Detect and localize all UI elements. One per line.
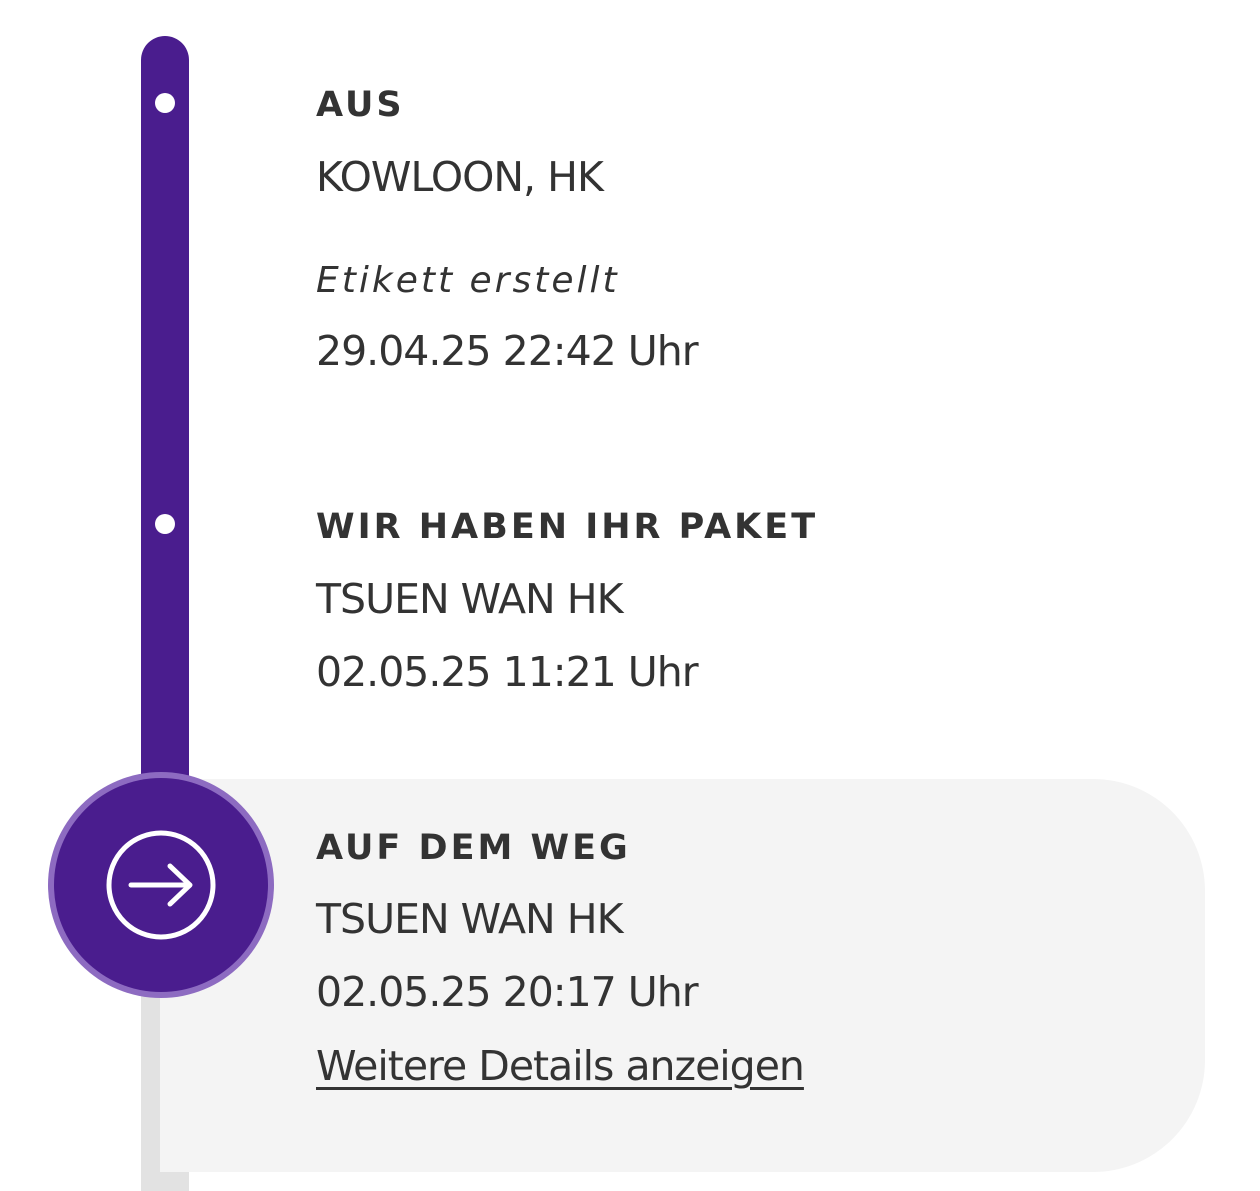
timeline-dot-icon [155,93,175,113]
event-datetime: 02.05.25 11:21 Uhr [316,648,699,696]
event-location: TSUEN WAN HK [316,895,623,943]
timeline-track-completed [141,36,189,816]
event-heading: AUF DEM WEG [316,828,631,868]
event-location: TSUEN WAN HK [316,575,623,623]
event-heading: AUS [316,85,405,125]
event-status: Etikett erstellt [316,260,620,301]
event-location: KOWLOON, HK [316,153,604,201]
show-more-details-link[interactable]: Weitere Details anzeigen [316,1046,805,1087]
arrow-right-circle-icon [106,830,216,940]
timeline-dot-icon [155,514,175,534]
event-datetime: 02.05.25 20:17 Uhr [316,968,699,1016]
event-heading: WIR HABEN IHR PAKET [316,507,819,547]
event-datetime: 29.04.25 22:42 Uhr [316,327,699,375]
